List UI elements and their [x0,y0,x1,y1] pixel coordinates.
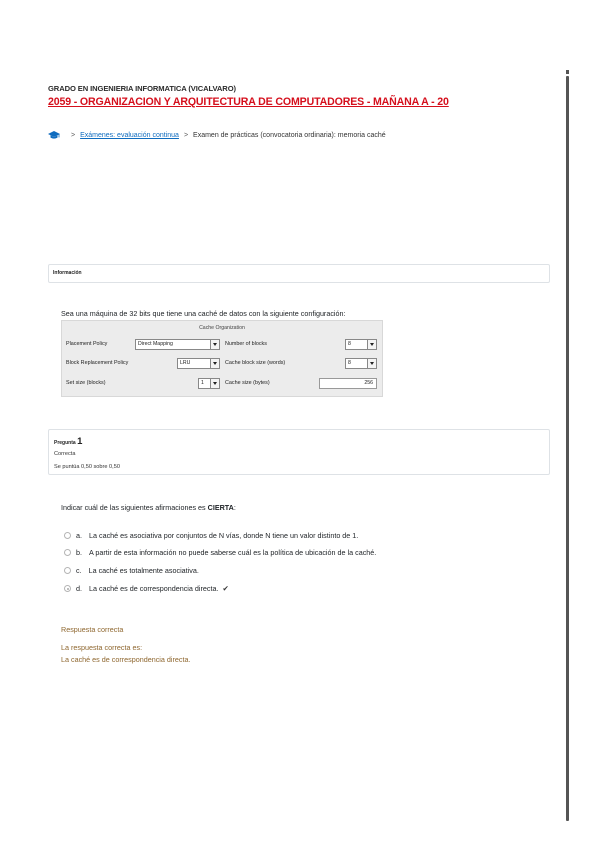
radio-button[interactable] [64,567,71,574]
breadcrumb-current: Examen de prácticas (convocatoria ordina… [193,132,386,139]
breadcrumb-link-exams[interactable]: Exámenes: evaluación continua [80,132,179,139]
block-replacement-value: LRU [180,360,191,366]
chevron-down-icon[interactable] [367,340,376,349]
option-letter: a. [76,531,82,540]
placement-policy-value: Direct Mapping [138,341,173,347]
cache-size-field[interactable]: 256 [319,378,377,389]
degree-title: GRADO EN INGENIERIA INFORMATICA (VICALVA… [48,84,236,93]
question-label-prefix: Pregunta [54,440,76,446]
question-text-suffix: : [233,503,236,512]
option-text: La caché es de correspondencia directa. [89,584,219,593]
question-number: 1 [77,436,83,447]
number-of-blocks-select[interactable]: 8 [345,339,377,350]
answer-option-a[interactable]: a. La caché es asociativa por conjuntos … [64,531,358,540]
option-text: A partir de esta información no puede sa… [89,548,377,557]
answer-option-d[interactable]: d. La caché es de correspondencia direct… [64,584,229,593]
chevron-down-icon[interactable] [210,340,219,349]
feedback-correct-answer: La caché es de correspondencia directa. [61,655,191,664]
radio-button[interactable] [64,532,71,539]
option-text: La caché es asociativa por conjuntos de … [89,531,359,540]
number-of-blocks-label: Number of blocks [225,341,267,347]
answer-option-c[interactable]: c. La caché es totalmente asociativa. [64,566,199,575]
breadcrumb-separator: > [183,132,189,139]
placement-policy-label: Placement Policy [66,341,108,347]
option-text: La caché es totalmente asociativa. [88,566,199,575]
feedback-correct-intro: La respuesta correcta es: [61,643,143,652]
block-replacement-select[interactable]: LRU [177,358,220,369]
cache-size-label: Cache size (bytes) [225,380,270,386]
question-text: Indicar cuál de las siguientes afirmacio… [61,503,236,512]
option-letter: d. [76,584,82,593]
graduation-cap-icon[interactable] [48,131,60,140]
number-of-blocks-value: 8 [348,341,351,347]
course-title-link[interactable]: 2059 - ORGANIZACION Y ARQUITECTURA DE CO… [48,96,449,108]
answer-option-b[interactable]: b. A partir de esta información no puede… [64,548,376,557]
scrollbar[interactable] [566,76,569,821]
radio-button[interactable] [64,549,71,556]
cache-organization-panel: Cache Organization Placement Policy Dire… [61,320,383,397]
block-size-value: 8 [348,360,351,366]
block-size-select[interactable]: 8 [345,358,377,369]
info-box: Información [48,264,550,283]
chevron-down-icon[interactable] [367,359,376,368]
option-letter: b. [76,548,82,557]
placement-policy-select[interactable]: Direct Mapping [135,339,220,350]
chevron-down-icon[interactable] [210,379,219,388]
set-size-value: 1 [201,380,204,386]
feedback-result: Respuesta correcta [61,625,124,634]
info-label: Información [53,270,82,276]
cache-panel-title: Cache Organization [199,325,245,331]
question-grade: Se puntúa 0,50 sobre 0,50 [54,464,120,470]
question-text-emphasis: CIERTA [207,503,234,512]
option-letter: c. [76,566,82,575]
block-size-label: Cache block size (words) [225,360,286,366]
check-mark-icon: ✔ [222,584,229,593]
set-size-label: Set size (blocks) [66,380,106,386]
chevron-down-icon[interactable] [210,359,219,368]
question-text-prefix: Indicar cuál de las siguientes afirmacio… [61,503,208,512]
radio-button[interactable] [64,585,71,592]
set-size-select[interactable]: 1 [198,378,220,389]
breadcrumb: > Exámenes: evaluación continua > Examen… [48,131,386,140]
question-info-box: Pregunta 1 Correcta Se puntúa 0,50 sobre… [48,429,550,475]
question-state: Correcta [54,451,76,457]
intro-text: Sea una máquina de 32 bits que tiene una… [61,309,346,318]
block-replacement-label: Block Replacement Policy [66,360,129,366]
scrollbar-cap[interactable] [566,70,569,74]
breadcrumb-separator: > [71,132,76,139]
question-label: Pregunta 1 [54,436,82,447]
